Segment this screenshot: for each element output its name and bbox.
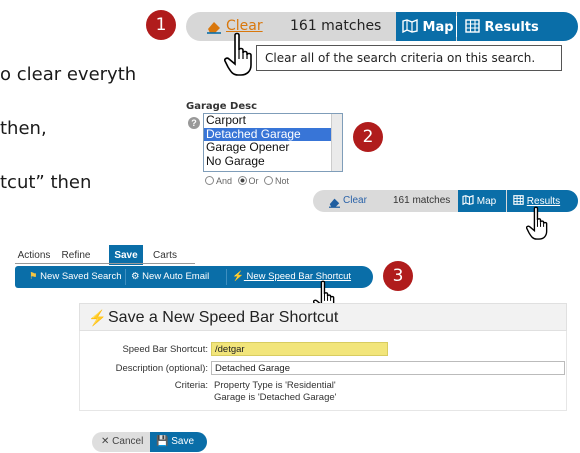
cancel-label: Cancel [112,436,144,447]
hand-cursor-icon [224,32,258,81]
close-icon: ✕ [101,436,110,447]
instruction-line-1: o clear everyth [0,64,137,85]
eraser-icon [206,20,222,39]
garage-option[interactable]: Carport [204,114,342,128]
step-badge-1: 1 [146,10,176,40]
map-icon [402,18,423,35]
map-icon [462,194,477,207]
description-input[interactable]: Detached Garage [211,361,565,375]
tab-actions[interactable]: Actions [15,245,53,265]
clear-link-small[interactable]: Clear [343,195,367,206]
help-icon[interactable]: ? [188,117,200,129]
speed-bar-panel-header: ⚡ Save a New Speed Bar Shortcut [79,303,567,331]
results-label: Results [484,20,539,35]
new-auto-email-button[interactable]: ⚙ New Auto Email [131,271,209,282]
clear-tooltip: Clear all of the search criteria on this… [256,45,562,71]
cancel-button[interactable]: ✕ Cancel [92,432,150,452]
radio-or-label: Or [248,176,259,186]
lightning-icon: ⚡ [88,310,107,327]
criteria-line: Garage is 'Detached Garage' [214,392,337,403]
garage-option-selected[interactable]: Detached Garage [204,127,342,141]
new-saved-search-label: New Saved Search [40,271,122,282]
description-label: Description (optional): [115,363,208,374]
step-badge-2: 2 [353,122,383,152]
listbox-scrollbar[interactable] [331,114,342,171]
radio-and-label: And [216,176,233,186]
step-badge-3: 3 [383,261,413,291]
radio-and[interactable] [205,176,214,185]
map-button[interactable]: Map [396,12,456,41]
criteria-label: Criteria: [174,380,208,391]
tab-carts[interactable]: Carts [147,245,183,265]
map-button-small[interactable]: Map [458,190,506,212]
match-count: 161 matches [290,18,382,34]
results-button[interactable]: Results [457,12,578,41]
instruction-line-3: tcut” then [0,172,92,193]
grid-icon [465,19,485,35]
criteria-text: Property Type is 'Residential' Garage is… [214,380,336,404]
eraser-icon [328,195,341,213]
save-button[interactable]: 💾 Save [150,432,207,452]
tab-divider [15,263,195,264]
garage-option[interactable]: No Garage [204,154,342,169]
panel-title: Save a New Speed Bar Shortcut [108,309,339,326]
grid-icon [513,195,527,207]
tab-save[interactable]: Save [109,245,143,265]
criteria-line: Property Type is 'Residential' [214,380,336,391]
map-label: Map [422,20,454,35]
hand-cursor-icon [525,206,552,245]
save-label: Save [171,436,195,447]
shortcut-label: Speed Bar Shortcut: [122,344,208,355]
map-label-small: Map [476,196,497,207]
radio-not[interactable] [264,176,274,185]
new-saved-search-button[interactable]: ⚑ New Saved Search [29,271,122,282]
person-icon: ⚑ [29,271,38,282]
save-disk-icon: 💾 [156,436,169,447]
tab-refine[interactable]: Refine [57,245,95,265]
lightning-icon: ⚡ [232,271,244,282]
instruction-line-2: then, [0,118,47,139]
gear-icon: ⚙ [131,271,140,282]
match-count-small: 161 matches [393,195,451,206]
radio-or[interactable] [237,176,247,185]
speed-bar-form: Speed Bar Shortcut: /detgar Description … [79,331,567,411]
garage-option[interactable]: Garage Opener [204,140,342,155]
garage-desc-label: Garage Desc [186,101,258,112]
match-mode-radios: And Or Not [205,176,289,186]
radio-not-label: Not [275,176,290,186]
garage-desc-listbox[interactable]: Carport Detached Garage Garage Opener No… [203,113,343,172]
new-auto-email-label: New Auto Email [142,271,210,282]
shortcut-input[interactable]: /detgar [211,342,388,356]
